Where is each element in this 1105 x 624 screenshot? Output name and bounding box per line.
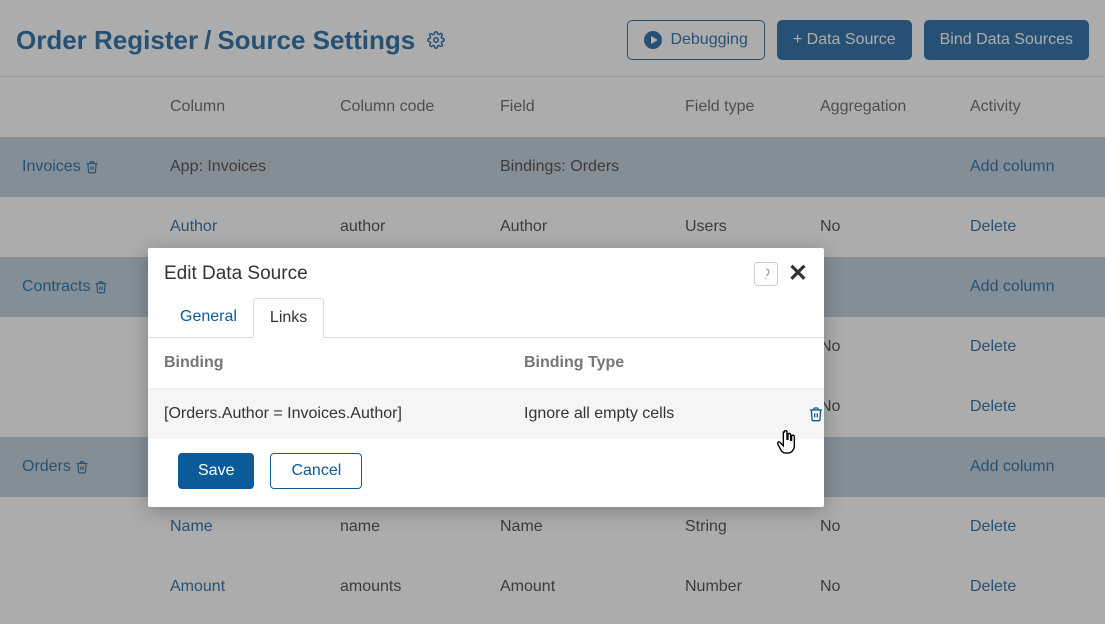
binding-expression: [Orders.Author = Invoices.Author]: [164, 405, 524, 423]
modal-footer: Save Cancel: [148, 439, 824, 507]
save-button[interactable]: Save: [178, 453, 254, 489]
modal-table-row: [Orders.Author = Invoices.Author] Ignore…: [148, 389, 824, 439]
tab-general[interactable]: General: [164, 298, 253, 337]
modal-col-binding: Binding: [164, 354, 524, 372]
modal-overlay: Edit Data Source ✕ General Links Binding…: [0, 0, 1105, 624]
delete-binding-button[interactable]: [808, 406, 824, 422]
modal-header: Edit Data Source ✕: [148, 248, 824, 294]
help-icon[interactable]: [754, 262, 778, 286]
binding-type-value: Ignore all empty cells: [524, 405, 764, 423]
close-icon[interactable]: ✕: [788, 262, 808, 286]
tab-links[interactable]: Links: [253, 298, 324, 338]
modal-tabs: General Links: [148, 298, 824, 338]
cancel-button[interactable]: Cancel: [270, 453, 362, 489]
modal-col-binding-type: Binding Type: [524, 354, 764, 372]
modal-title: Edit Data Source: [164, 263, 308, 285]
edit-data-source-modal: Edit Data Source ✕ General Links Binding…: [148, 248, 824, 507]
modal-table-header: Binding Binding Type: [148, 338, 824, 389]
